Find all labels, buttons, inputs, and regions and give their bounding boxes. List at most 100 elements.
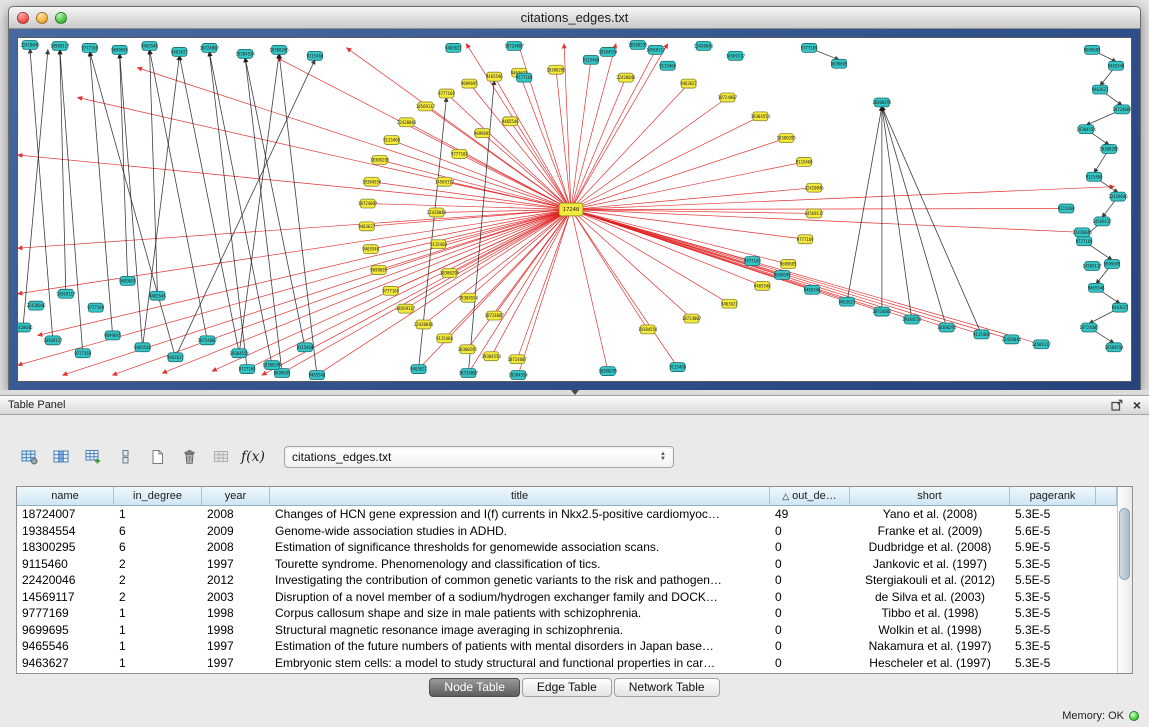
graph-node[interactable]: 18300295 <box>598 367 618 376</box>
graph-node[interactable]: 19384554 <box>362 177 382 186</box>
graph-node[interactable]: 18300295 <box>262 361 282 370</box>
graph-node[interactable]: 9777169 <box>451 150 468 159</box>
citation-edge[interactable] <box>519 73 571 210</box>
graph-node[interactable]: 9465546 <box>134 343 151 352</box>
citation-edge[interactable] <box>372 182 571 210</box>
vertical-scrollbar[interactable] <box>1117 487 1132 673</box>
show-columns-button[interactable] <box>48 445 74 469</box>
close-window-button[interactable] <box>17 12 29 24</box>
citation-edge[interactable] <box>882 106 982 334</box>
graph-node[interactable]: 22420046 <box>805 183 825 192</box>
citation-edge[interactable] <box>279 54 317 375</box>
graph-node[interactable]: 14569117 <box>56 289 76 298</box>
graph-node[interactable]: 18724007 <box>505 41 525 50</box>
table-row[interactable]: 1830029562008Estimation of significance … <box>17 539 1117 556</box>
graph-node[interactable]: 9465546 <box>149 291 166 300</box>
graph-node[interactable]: 9463627 <box>167 353 184 362</box>
graph-node[interactable]: 9115460 <box>796 157 813 166</box>
citation-edge[interactable] <box>571 188 814 210</box>
graph-node[interactable]: 19384554 <box>236 49 256 58</box>
graph-node[interactable]: 9465546 <box>804 285 821 294</box>
graph-node[interactable]: 9465546 <box>1108 61 1125 70</box>
graph-node[interactable]: 14569117 <box>416 102 436 111</box>
graph-node[interactable]: 18300295 <box>458 345 478 354</box>
citation-edge[interactable] <box>571 210 729 304</box>
graph-node[interactable]: 19384554 <box>902 315 922 324</box>
graph-node[interactable]: 9777169 <box>81 43 98 52</box>
table-row[interactable]: 969969511998Structural magnetic resonanc… <box>17 622 1117 639</box>
citation-edge[interactable] <box>494 210 571 316</box>
graph-node[interactable]: 14569117 <box>1083 262 1103 271</box>
scrollbar-thumb[interactable] <box>1119 508 1130 580</box>
graph-node[interactable]: 14569117 <box>646 45 666 54</box>
citation-edge[interactable] <box>571 210 1011 340</box>
delete-columns-button[interactable] <box>112 445 138 469</box>
graph-node[interactable]: 18724007 <box>198 336 218 345</box>
citation-edge[interactable] <box>120 54 128 281</box>
table-row[interactable]: 946362711997Embryonic stem cells: a mode… <box>17 655 1117 672</box>
graph-node[interactable]: 9463627 <box>1092 85 1109 94</box>
citation-edge[interactable] <box>882 106 947 327</box>
graph-node[interactable]: 22420046 <box>26 301 46 310</box>
graph-node[interactable]: 9777169 <box>1076 237 1093 246</box>
graph-node[interactable]: 18724007 <box>682 314 702 323</box>
citation-edge[interactable] <box>391 210 571 291</box>
column-header-out-degree[interactable]: △out_de… <box>770 487 850 506</box>
graph-node[interactable]: 14569117 <box>396 304 416 313</box>
graph-node[interactable]: 9699695 <box>111 45 128 54</box>
graph-node[interactable]: 9115460 <box>1058 204 1075 213</box>
citation-edge[interactable] <box>245 58 282 373</box>
graph-node[interactable]: 18724007 <box>718 93 738 102</box>
graph-node[interactable]: 14569117 <box>726 51 746 60</box>
citation-edge[interactable] <box>175 60 314 357</box>
graph-node[interactable]: 19384554 <box>482 352 502 361</box>
graph-node[interactable]: 18300295 <box>1099 145 1119 154</box>
citation-edge[interactable] <box>23 50 48 328</box>
citation-edge[interactable] <box>571 210 678 368</box>
minimize-window-button[interactable] <box>36 12 48 24</box>
graph-node[interactable]: 18300295 <box>937 323 957 332</box>
graph-node[interactable]: 9115460 <box>430 240 447 249</box>
citation-edge[interactable] <box>239 54 279 353</box>
citation-edge[interactable] <box>179 56 239 353</box>
graph-node[interactable]: 19384554 <box>230 349 250 358</box>
graph-node[interactable]: 9699695 <box>1104 260 1121 269</box>
table-mode-button[interactable] <box>16 445 42 469</box>
citation-edge[interactable] <box>882 106 912 319</box>
graph-node[interactable]: 9699695 <box>474 129 491 138</box>
graph-node[interactable]: 9777169 <box>744 257 761 266</box>
citation-edge[interactable] <box>571 162 804 210</box>
graph-node[interactable]: 9463627 <box>721 299 738 308</box>
graph-node[interactable]: 14569117 <box>43 336 63 345</box>
graph-node[interactable]: 9463627 <box>839 297 856 306</box>
citation-edge[interactable] <box>571 84 689 210</box>
graph-node[interactable]: 17240 <box>559 203 583 216</box>
graph-node[interactable]: 22420046 <box>1002 335 1022 344</box>
table-row[interactable]: 2242004622012Investigating the contribut… <box>17 572 1117 589</box>
graph-node[interactable]: 9699695 <box>119 276 136 285</box>
graph-node[interactable]: 9115460 <box>297 343 314 352</box>
graph-node[interactable]: 9465546 <box>1088 283 1105 292</box>
graph-node[interactable]: 18300295 <box>777 134 797 143</box>
window-titlebar[interactable]: citations_edges.txt <box>9 7 1140 29</box>
graph-node[interactable]: 9777169 <box>797 235 814 244</box>
graph-node[interactable]: 18300295 <box>370 155 390 164</box>
graph-node[interactable]: 19384554 <box>598 47 618 56</box>
column-header-name[interactable]: name <box>17 487 114 506</box>
citation-edge[interactable] <box>571 210 805 240</box>
column-header-title[interactable]: title <box>270 487 770 506</box>
graph-node[interactable]: 19384554 <box>509 371 529 380</box>
graph-node[interactable]: 22420046 <box>20 40 40 49</box>
citation-edge[interactable] <box>468 81 494 373</box>
citation-edge[interactable] <box>571 44 616 210</box>
graph-node[interactable]: 18300295 <box>872 98 892 107</box>
graph-node[interactable]: 9465546 <box>362 245 379 254</box>
network-canvas[interactable]: 18724007 19384554 18300295 9115460 22420046 1… <box>17 37 1132 382</box>
graph-node[interactable]: 9115460 <box>1086 172 1103 181</box>
graph-node[interactable]: 9777169 <box>239 365 256 374</box>
graph-node[interactable]: 9699695 <box>461 79 478 88</box>
graph-node[interactable]: 18724007 <box>1080 323 1100 332</box>
graph-node[interactable]: 9463627 <box>680 79 697 88</box>
citation-edge[interactable] <box>426 106 571 209</box>
citation-edge[interactable] <box>30 49 53 340</box>
